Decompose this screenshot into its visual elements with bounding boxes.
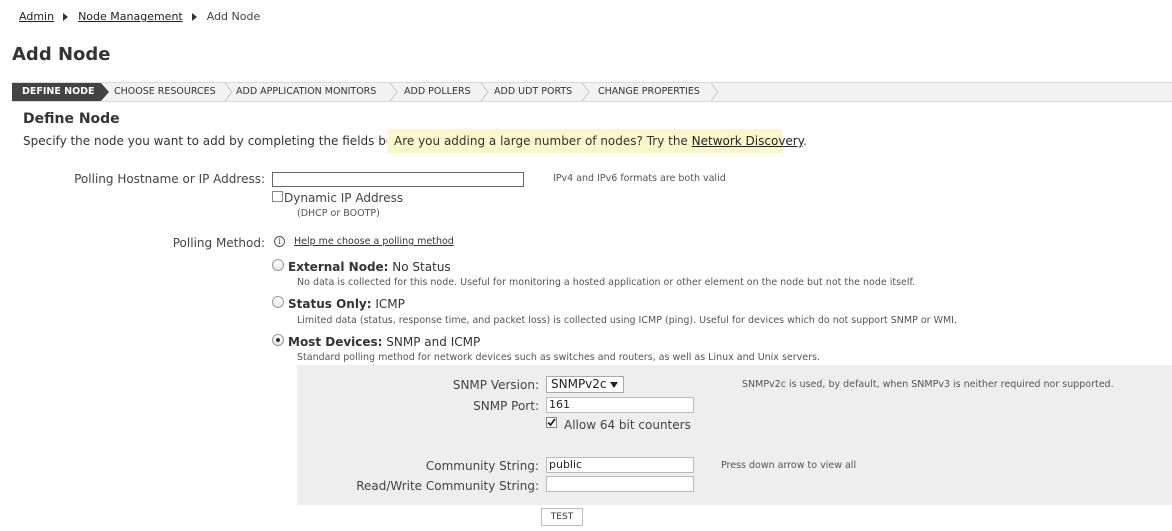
intro-text: Specify the node you want to add by comp… — [23, 134, 417, 148]
community-string-input[interactable]: public — [546, 457, 694, 473]
snmp-port-value: 161 — [549, 398, 570, 411]
polling-method-help-link[interactable]: Help me choose a polling method — [294, 236, 454, 247]
info-icon: i — [274, 236, 285, 247]
wizard-step-label: CHOOSE RESOURCES — [114, 86, 216, 97]
community-string-note: Press down arrow to view all — [721, 460, 857, 471]
community-string-value: public — [549, 458, 583, 471]
hostname-input[interactable] — [272, 172, 524, 187]
external-node-radio[interactable] — [272, 259, 284, 271]
most-devices-title: Most Devices: SNMP and ICMP — [288, 335, 480, 349]
wizard-steps-bar: DEFINE NODE CHOOSE RESOURCES ADD APPLICA… — [12, 82, 1172, 102]
snmp-port-label: SNMP Port: — [473, 399, 539, 413]
wizard-step-add-pollers[interactable]: ADD POLLERS — [391, 83, 489, 101]
status-only-description: Limited data (status, response time, and… — [297, 315, 957, 326]
hint-prefix: Are you adding a large number of nodes? … — [394, 134, 692, 148]
most-devices-radio[interactable] — [272, 334, 284, 346]
most-devices-description: Standard polling method for network devi… — [297, 352, 820, 363]
external-node-description: No data is collected for this node. Usef… — [297, 277, 916, 288]
wizard-step-label: DEFINE NODE — [22, 86, 95, 97]
breadcrumb: Admin Node Management Add Node — [19, 10, 260, 23]
snmp-version-label: SNMP Version: — [452, 378, 539, 392]
wizard-step-add-application-monitors[interactable]: ADD APPLICATION MONITORS — [226, 83, 398, 101]
hint-text: Are you adding a large number of nodes? … — [394, 134, 807, 148]
hostname-note: IPv4 and IPv6 formats are both valid — [553, 173, 726, 184]
status-only-radio[interactable] — [272, 296, 284, 308]
chevron-right-icon — [481, 83, 489, 101]
allow-64bit-counters-checkbox[interactable] — [546, 417, 557, 428]
option-title-bold: External Node: — [288, 260, 389, 274]
status-only-title: Status Only: ICMP — [288, 297, 405, 311]
breadcrumb-separator-icon — [191, 12, 197, 21]
hostname-label: Polling Hostname or IP Address: — [74, 172, 265, 186]
allow-64bit-counters-label: Allow 64 bit counters — [564, 418, 691, 432]
option-subtitle: No Status — [388, 260, 451, 274]
section-title: Define Node — [23, 111, 120, 127]
wizard-step-label: ADD POLLERS — [404, 86, 471, 97]
rw-community-string-input[interactable] — [546, 476, 694, 492]
dynamic-ip-sublabel: (DHCP or BOOTP) — [297, 208, 380, 219]
wizard-step-define-node[interactable]: DEFINE NODE — [12, 83, 109, 101]
breadcrumb-current: Add Node — [206, 10, 261, 23]
wizard-step-label: ADD APPLICATION MONITORS — [236, 86, 377, 97]
wizard-step-change-properties[interactable]: CHANGE PROPERTIES — [583, 83, 719, 101]
option-subtitle: ICMP — [371, 297, 405, 311]
chevron-right-icon — [582, 83, 590, 101]
chevron-right-icon — [101, 83, 109, 101]
option-title-bold: Most Devices: — [288, 335, 383, 349]
wizard-step-label: ADD UDT PORTS — [494, 86, 573, 97]
page-title: Add Node — [12, 44, 111, 65]
chevron-right-icon — [390, 83, 398, 101]
external-node-title: External Node: No Status — [288, 260, 451, 274]
option-subtitle: SNMP and ICMP — [382, 335, 481, 349]
wizard-step-label: CHANGE PROPERTIES — [598, 86, 700, 97]
breadcrumb-separator-icon — [63, 12, 69, 21]
dynamic-ip-label: Dynamic IP Address — [284, 191, 404, 205]
community-string-label: Community String: — [425, 459, 539, 473]
dynamic-ip-checkbox[interactable] — [272, 191, 283, 202]
check-icon — [547, 418, 556, 427]
hint-suffix: . — [803, 134, 807, 148]
polling-method-label: Polling Method: — [172, 236, 265, 250]
snmp-version-note: SNMPv2c is used, by default, when SNMPv3… — [742, 379, 1114, 390]
snmp-version-select[interactable]: SNMPv2c — [546, 376, 624, 393]
dropdown-arrow-icon — [610, 382, 618, 388]
breadcrumb-node-management-link[interactable]: Node Management — [78, 10, 183, 23]
breadcrumb-admin-link[interactable]: Admin — [19, 10, 54, 23]
snmp-version-value: SNMPv2c — [551, 377, 607, 391]
option-title-bold: Status Only: — [288, 297, 372, 311]
snmp-port-input[interactable]: 161 — [546, 397, 694, 413]
chevron-right-icon — [225, 83, 233, 101]
test-button[interactable]: TEST — [541, 508, 583, 526]
wizard-step-choose-resources[interactable]: CHOOSE RESOURCES — [101, 83, 233, 101]
rw-community-string-label: Read/Write Community String: — [356, 479, 539, 493]
network-discovery-link[interactable]: Network Discovery — [692, 134, 804, 148]
chevron-right-icon — [711, 83, 719, 101]
wizard-step-add-udt-ports[interactable]: ADD UDT PORTS — [482, 83, 590, 101]
